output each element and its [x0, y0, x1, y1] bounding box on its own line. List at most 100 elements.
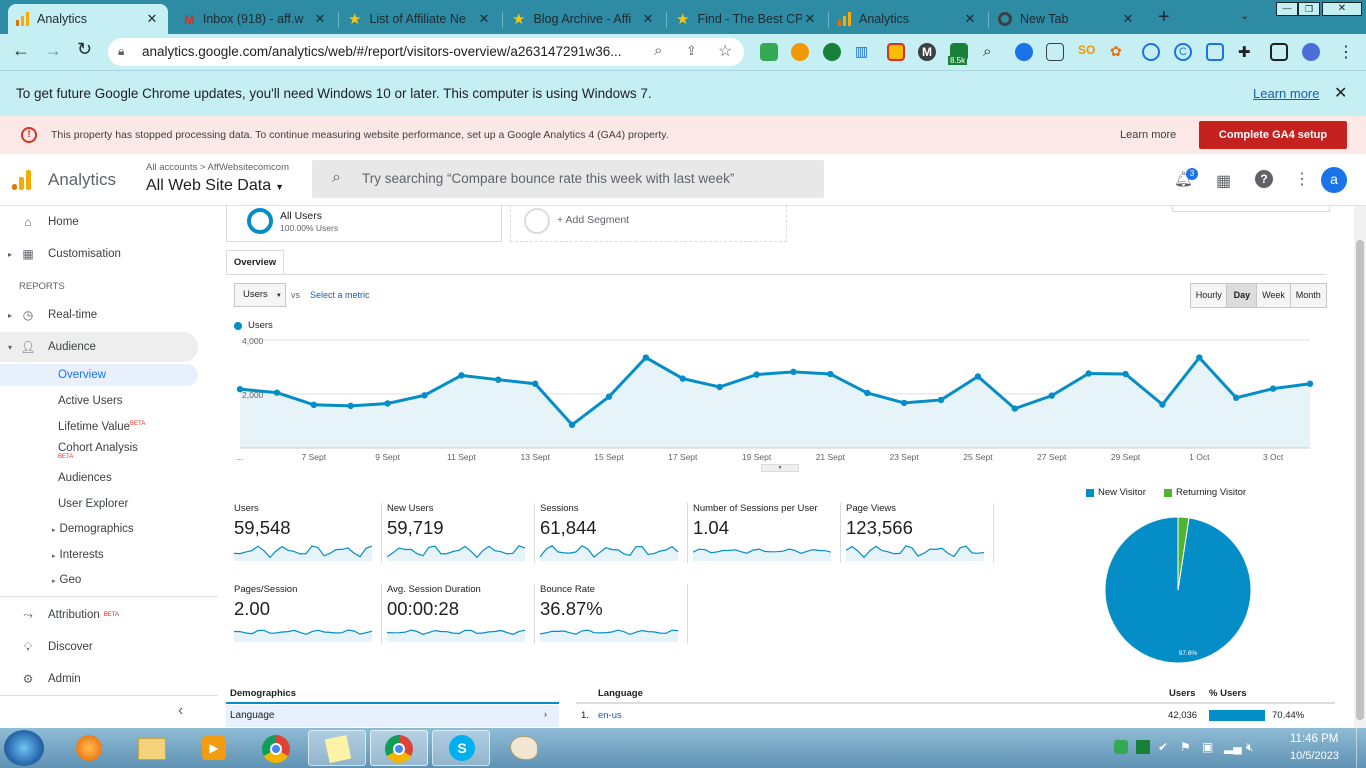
extension-a-icon[interactable] [1015, 43, 1033, 61]
data-point[interactable] [1269, 385, 1277, 392]
apps-grid-icon[interactable]: ▦ [1216, 171, 1231, 191]
more-vert-icon[interactable]: ⋮ [1294, 169, 1310, 189]
demographics-language-item[interactable]: Language › [226, 705, 559, 727]
extension-at-icon[interactable] [1142, 43, 1160, 61]
clock-date[interactable]: 10/5/2023 [1290, 750, 1339, 762]
back-icon[interactable]: ← [12, 40, 30, 61]
close-icon[interactable]: ✕ [962, 11, 978, 27]
restore-button[interactable]: ❐ [1298, 2, 1320, 16]
sidebar-item-admin[interactable]: ⚙ Admin [0, 664, 198, 694]
tab-new-tab[interactable]: New Tab ✕ [990, 4, 1144, 34]
granularity-month[interactable]: Month [1290, 284, 1326, 307]
metric-card[interactable]: Bounce Rate 36.87% [540, 584, 688, 648]
close-icon[interactable]: ✕ [312, 11, 328, 27]
sidebar-item-lifetime-value[interactable]: Lifetime ValueBETA [58, 421, 145, 433]
profile-avatar-icon[interactable] [1302, 43, 1320, 61]
new-tab-button[interactable]: + [1158, 6, 1170, 29]
tab-inbox[interactable]: M Inbox (918) - aff.w ✕ [176, 4, 336, 34]
tray-app-icon[interactable] [1136, 740, 1150, 754]
ga-learn-more-link[interactable]: Learn more [1120, 129, 1176, 141]
show-desktop-button[interactable] [1356, 728, 1366, 768]
sidebar-item-interests[interactable]: ▸ Interests [52, 549, 104, 561]
data-point[interactable] [1233, 394, 1240, 401]
sidebar-item-customisation[interactable]: ▸ ▦ Customisation [0, 239, 198, 269]
close-icon[interactable]: ✕ [640, 11, 656, 27]
metric-card[interactable]: Sessions 61,844 [540, 503, 688, 567]
close-icon[interactable]: ✕ [476, 11, 492, 27]
tab-analytics-2[interactable]: Analytics ✕ [830, 4, 986, 34]
sidebar-item-cohort-analysis[interactable]: Cohort Analysis BETA [58, 442, 138, 460]
chrome-banner-close-icon[interactable]: ✕ [1334, 83, 1347, 103]
extension-chart-icon[interactable]: ▥ [855, 43, 873, 61]
extensions-puzzle-icon[interactable]: ✚ [1238, 43, 1256, 61]
network-icon[interactable]: ▂▄ [1224, 740, 1242, 754]
extension-so-icon[interactable]: SO [1078, 43, 1096, 61]
language-link[interactable]: en-us [598, 710, 622, 721]
help-icon[interactable]: ? [1255, 170, 1273, 188]
sidebar-item-attribution[interactable]: ⤳ Attribution BETA [0, 600, 198, 630]
extension-clover-icon[interactable] [823, 43, 841, 61]
chrome-menu-icon[interactable]: ⋮ [1338, 42, 1354, 62]
taskbar-firefox[interactable] [60, 730, 118, 766]
bookmark-star-icon[interactable]: ☆ [718, 41, 732, 61]
taskbar-chrome-active[interactable] [370, 730, 428, 766]
sidebar-item-demographics[interactable]: ▸ Demographics [52, 523, 134, 535]
close-icon[interactable]: ✕ [802, 11, 818, 27]
taskbar-media[interactable]: ▶ [184, 730, 242, 766]
search-box[interactable]: ⌕ Try searching “Compare bounce rate thi… [312, 160, 824, 198]
window-close-button[interactable]: ✕ [1322, 2, 1362, 16]
sidebar-item-audiences[interactable]: Audiences [58, 472, 112, 484]
data-point[interactable] [1011, 405, 1019, 412]
granularity-hourly[interactable]: Hourly [1191, 284, 1228, 307]
forward-icon[interactable]: → [44, 40, 62, 61]
share-icon[interactable]: ⇪ [686, 43, 697, 59]
taskbar-paint[interactable] [494, 730, 552, 766]
metric-card[interactable]: Avg. Session Duration 00:00:28 [387, 584, 535, 648]
tab-blog-archive[interactable]: ★ Blog Archive - Affi ✕ [504, 4, 664, 34]
extension-card-icon[interactable] [1046, 43, 1064, 61]
extension-leaf-icon[interactable]: ✿ [1110, 43, 1128, 61]
extension-orange-icon[interactable] [791, 43, 809, 61]
taskbar-skype[interactable]: S [432, 730, 490, 766]
avatar[interactable]: a [1321, 167, 1347, 193]
start-button[interactable] [4, 730, 44, 766]
tab-search-icon[interactable]: ⌄ [1240, 9, 1249, 22]
tray-flag-icon[interactable]: ⚑ [1180, 740, 1194, 754]
view-selector[interactable]: All Web Site Data ▼ [146, 177, 284, 195]
data-point[interactable] [1085, 370, 1092, 377]
metric-card[interactable]: New Users 59,719 [387, 503, 535, 567]
sidebar-item-user-explorer[interactable]: User Explorer [58, 498, 128, 510]
metric-card[interactable]: Page Views 123,566 [846, 503, 994, 567]
extension-c-icon[interactable]: C [1174, 43, 1192, 61]
volume-icon[interactable]: 🔇︎ [1246, 740, 1260, 754]
sidebar-item-active-users[interactable]: Active Users [58, 395, 123, 407]
url-text[interactable]: analytics.google.com/analytics/web/#/rep… [142, 44, 622, 59]
scrollbar-track[interactable] [1354, 206, 1366, 728]
extension-window-icon[interactable] [1206, 43, 1224, 61]
collapse-sidebar-icon[interactable]: ‹ [178, 702, 183, 720]
clock-time[interactable]: 11:46 PM [1290, 733, 1338, 745]
granularity-week[interactable]: Week [1257, 284, 1291, 307]
extension-flag-icon[interactable] [887, 43, 905, 61]
extension-green-icon[interactable] [760, 43, 778, 61]
sidebar-item-geo[interactable]: ▸ Geo [52, 574, 81, 586]
reload-icon[interactable]: ↻ [77, 39, 92, 60]
date-range-picker[interactable] [1172, 206, 1330, 212]
minimize-button[interactable]: — [1276, 2, 1298, 16]
metric-card[interactable]: Pages/Session 2.00 [234, 584, 382, 648]
data-point[interactable] [1196, 354, 1203, 361]
tab-find-best[interactable]: ★ Find - The Best CP ✕ [668, 4, 826, 34]
scrollbar-thumb[interactable] [1356, 240, 1364, 720]
chrome-learn-more-link[interactable]: Learn more [1253, 86, 1319, 101]
close-icon[interactable]: ✕ [1120, 11, 1136, 27]
metric-card[interactable]: Users 59,548 [234, 503, 382, 567]
tab-analytics[interactable]: Analytics ✕ [8, 4, 168, 34]
close-icon[interactable]: ✕ [144, 11, 160, 27]
side-panel-icon[interactable] [1270, 43, 1288, 61]
taskbar-notes[interactable] [308, 730, 366, 766]
complete-ga4-setup-button[interactable]: Complete GA4 setup [1199, 121, 1347, 149]
data-point[interactable] [1159, 401, 1166, 408]
tray-device-icon[interactable]: ▣ [1202, 740, 1216, 754]
search-input[interactable]: Try searching “Compare bounce rate this … [362, 171, 734, 186]
taskbar-chrome[interactable] [246, 730, 304, 766]
